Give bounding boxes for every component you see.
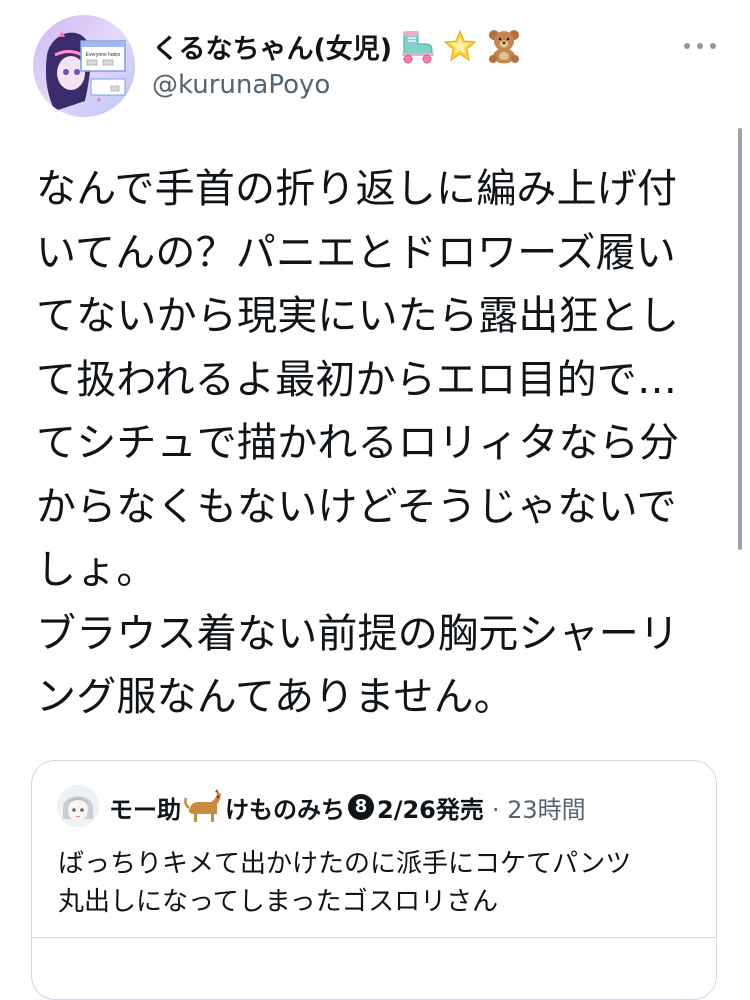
- tweet-line: ブラウス着ない前提の胸元シャーリ: [36, 610, 680, 657]
- quoted-tweet-card[interactable]: モー助 けものみち 8 2/26発売 · 23時間 ばっちりキメて出かけたのに派…: [31, 760, 717, 1000]
- quoted-author-row[interactable]: モー助 けものみち 8 2/26発売 · 23時間: [109, 787, 586, 827]
- quoted-author-name[interactable]: モー助: [109, 790, 181, 825]
- quoted-media-divider: [32, 937, 716, 938]
- quoted-author-avatar[interactable]: [57, 785, 99, 827]
- quoted-author-name-suffix: けものみち: [225, 795, 345, 824]
- dog-icon: [183, 788, 223, 826]
- roller-skate-icon: [396, 28, 436, 64]
- author-name-row[interactable]: くるなちゃん(女児): [152, 26, 524, 66]
- tweet-line: からなくもないけどそうじゃないで: [36, 483, 677, 530]
- author-display-name[interactable]: くるなちゃん(女児): [152, 27, 392, 66]
- glowing-star-icon: [440, 28, 480, 64]
- tweet-line: ング服なんてありません。: [36, 674, 514, 720]
- scrollbar[interactable]: [738, 128, 742, 550]
- tweet-line: てないから現実にいたら露出狂とし: [36, 293, 680, 339]
- quoted-tweet-body: ばっちりキメて出かけたのに派手にコケてパンツ 丸出しになってしまったゴスロリさん: [58, 845, 698, 921]
- tweet-line: いてんの？パニエとドロワーズ履い: [36, 229, 676, 276]
- tweet-line: なんで手首の折り返しに編み上げ付: [36, 166, 678, 212]
- quoted-timestamp[interactable]: · 23時間: [492, 790, 586, 825]
- more-dot-icon: [710, 43, 716, 49]
- more-options-button[interactable]: [684, 36, 716, 56]
- more-dot-icon: [697, 43, 703, 49]
- author-avatar[interactable]: Everyone hates: [33, 15, 135, 117]
- teddy-bear-icon: [484, 28, 524, 64]
- circled-number-eight-icon: 8: [348, 794, 374, 820]
- tweet-body: なんで手首の折り返しに編み上げ付 いてんの？パニエとドロワーズ履い てないから現…: [36, 158, 706, 730]
- more-dot-icon: [684, 43, 690, 49]
- quoted-release-date: 2/26発売: [377, 795, 484, 824]
- tweet-line: しょ。: [36, 547, 157, 593]
- tweet-line: て扱われるよ最初からエロ目的で…: [36, 356, 678, 403]
- author-handle[interactable]: @kurunaPoyo: [152, 70, 330, 100]
- quoted-tweet-line: 丸出しになってしまったゴスロリさん: [58, 887, 499, 917]
- quoted-tweet-line: ばっちりキメて出かけたのに派手にコケてパンツ: [58, 849, 632, 879]
- tweet-line: てシチュで描かれるロリィタなら分: [36, 420, 680, 466]
- avatar-image: Everyone hates: [33, 15, 135, 117]
- avatar-caption: Everyone hates: [86, 52, 121, 58]
